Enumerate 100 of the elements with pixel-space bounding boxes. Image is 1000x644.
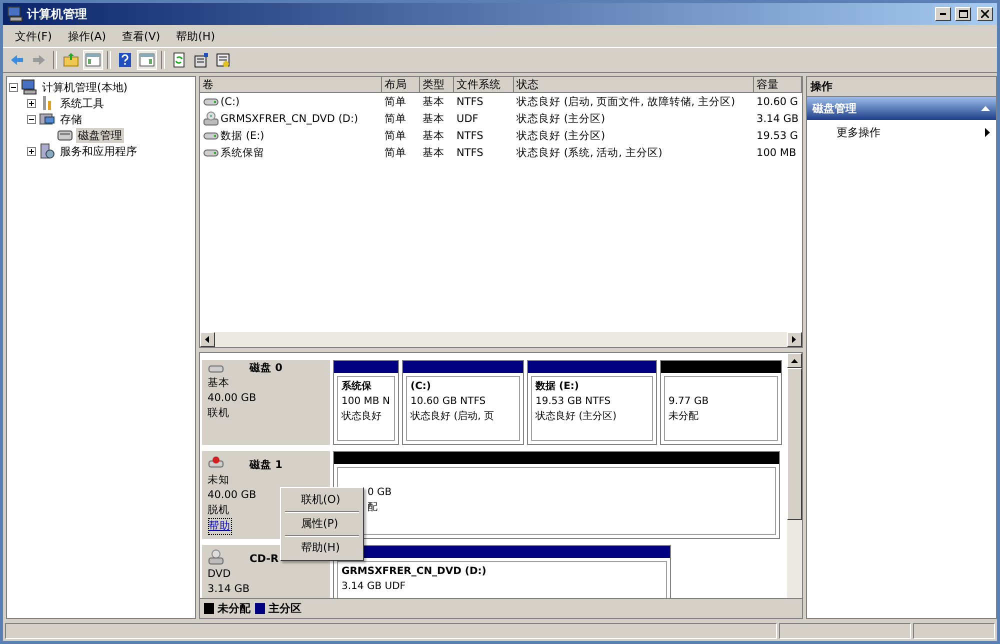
table-cell: 简单 [384, 94, 407, 108]
scroll-right-button[interactable] [786, 332, 802, 347]
close-icon [981, 10, 989, 18]
computer-icon [21, 79, 37, 95]
forward-arrow-icon [31, 52, 47, 68]
table-cell: (C:) [220, 96, 240, 108]
back-arrow-icon [9, 52, 25, 68]
legend-label: 未分配 [218, 601, 251, 616]
storage-icon [39, 111, 55, 127]
partition-info: 配 [368, 501, 378, 515]
action-item[interactable]: 更多操作 [836, 125, 881, 140]
table-cell: 状态良好 (启动, 页面文件, 故障转储, 主分区) [516, 94, 736, 108]
partition-block[interactable]: 9.77 GB 未分配 [660, 360, 782, 445]
column-header[interactable]: 卷 [200, 77, 382, 93]
expand-box-icon[interactable] [27, 98, 36, 108]
legend-label: 主分区 [268, 601, 302, 616]
tree-item[interactable]: 系统工具 [58, 96, 106, 110]
disk-name: CD-R [250, 552, 279, 567]
disk-name: 磁盘 0 [250, 361, 282, 376]
table-cell: 100 MB [756, 146, 796, 158]
maximize-button[interactable] [955, 7, 971, 21]
help-link[interactable]: 帮助 [208, 518, 232, 535]
column-header[interactable]: 布局 [382, 77, 420, 93]
partition-block[interactable]: (C:) 10.60 GB NTFS 状态良好 (启动, 页 [402, 360, 524, 445]
services-icon [39, 143, 55, 159]
disk-info: DVD [208, 567, 231, 582]
collapse-icon [981, 106, 990, 111]
column-header[interactable]: 文件系统 [454, 77, 514, 93]
collapse-box-icon[interactable] [27, 114, 36, 124]
minimize-icon [940, 13, 946, 15]
table-cell: 10.60 G [756, 96, 798, 108]
table-cell: 简单 [384, 146, 407, 160]
table-cell: NTFS [456, 96, 484, 108]
maximize-icon [958, 10, 968, 18]
column-header[interactable]: 状态 [514, 77, 754, 93]
disk-info: 40.00 GB [208, 391, 256, 406]
partition-title: 数据 (E:) [536, 380, 579, 394]
menu-item[interactable]: 帮助(H) [170, 26, 221, 46]
partition-info: 0 GB [368, 486, 392, 500]
scroll-left-button[interactable] [200, 332, 215, 347]
partition-info: 19.53 GB NTFS [536, 395, 611, 409]
menu-item[interactable]: 操作(A) [62, 26, 112, 46]
tree-item[interactable]: 存储 [58, 112, 84, 126]
scroll-thumb[interactable] [786, 368, 802, 520]
disk-info: 40.00 GB [208, 488, 256, 503]
drive-icon [202, 130, 219, 140]
scroll-up-button[interactable] [786, 353, 802, 368]
tree-item[interactable]: 服务和应用程序 [58, 144, 139, 158]
cdrom-icon [208, 549, 224, 565]
partition-info: 100 MB N [342, 395, 390, 409]
table-cell: NTFS [456, 130, 484, 142]
left-arrow-icon [205, 336, 210, 343]
menu-item[interactable]: 查看(V) [116, 26, 166, 46]
partition-title: 系统保 [342, 380, 372, 394]
expand-box-icon[interactable] [27, 146, 36, 156]
up-arrow-icon [790, 358, 798, 362]
export-list-icon [215, 52, 231, 68]
disk-info: 未知 [208, 473, 230, 488]
partition-info: 状态良好 [342, 410, 382, 424]
properties-icon [193, 52, 209, 68]
partition-info: 未分配 [668, 410, 699, 424]
column-header[interactable]: 容量 [754, 77, 802, 93]
table-cell: 19.53 G [756, 130, 798, 142]
drive-icon [202, 148, 219, 158]
column-header[interactable]: 类型 [420, 77, 454, 93]
menu-item[interactable]: 文件(F) [9, 26, 58, 46]
partition-title: GRMSXFRER_CN_DVD (D:) [342, 565, 486, 579]
partition-title: (C:) [410, 380, 431, 394]
partition-info: 状态良好 (启动, 页 [410, 410, 494, 424]
minimize-button[interactable] [935, 7, 951, 21]
table-cell: 状态良好 (主分区) [516, 112, 606, 126]
table-cell: 系统保留 [220, 146, 265, 160]
tree-item[interactable]: 计算机管理(本地) [40, 80, 130, 94]
context-menu-item[interactable]: 属性(P) [283, 514, 361, 534]
actions-section[interactable]: 磁盘管理 [806, 97, 996, 120]
table-cell: 简单 [384, 112, 407, 126]
drive-icon [202, 96, 219, 106]
folder-up-icon [63, 52, 79, 68]
tree-item[interactable]: 磁盘管理 [76, 128, 124, 142]
close-button[interactable] [977, 7, 993, 21]
dvd-drive-icon [202, 110, 219, 126]
partition-info: 10.60 GB NTFS [410, 395, 486, 409]
disk-info: 3.14 GB [208, 582, 250, 597]
table-cell: 简单 [384, 128, 407, 142]
actions-header: 操作 [806, 77, 996, 97]
partition-block[interactable]: 系统保 100 MB N 状态良好 [332, 360, 399, 445]
help-icon [117, 52, 133, 68]
disk-info: 基本 [208, 376, 230, 391]
table-cell: 3.14 GB [756, 112, 799, 124]
partition-info: 3.14 GB UDF [342, 580, 406, 594]
collapse-box-icon[interactable] [9, 82, 18, 92]
table-cell: UDF [456, 112, 478, 124]
computer-icon [7, 6, 23, 22]
table-cell: 基本 [422, 128, 445, 142]
table-cell: 基本 [422, 94, 445, 108]
refresh-icon [171, 52, 187, 68]
partition-info: 状态良好 (主分区) [536, 410, 616, 424]
partition-block[interactable]: 数据 (E:) 19.53 GB NTFS 状态良好 (主分区) [526, 360, 657, 445]
window-title: 计算机管理 [27, 6, 88, 22]
disk-info: 脱机 [208, 503, 230, 518]
